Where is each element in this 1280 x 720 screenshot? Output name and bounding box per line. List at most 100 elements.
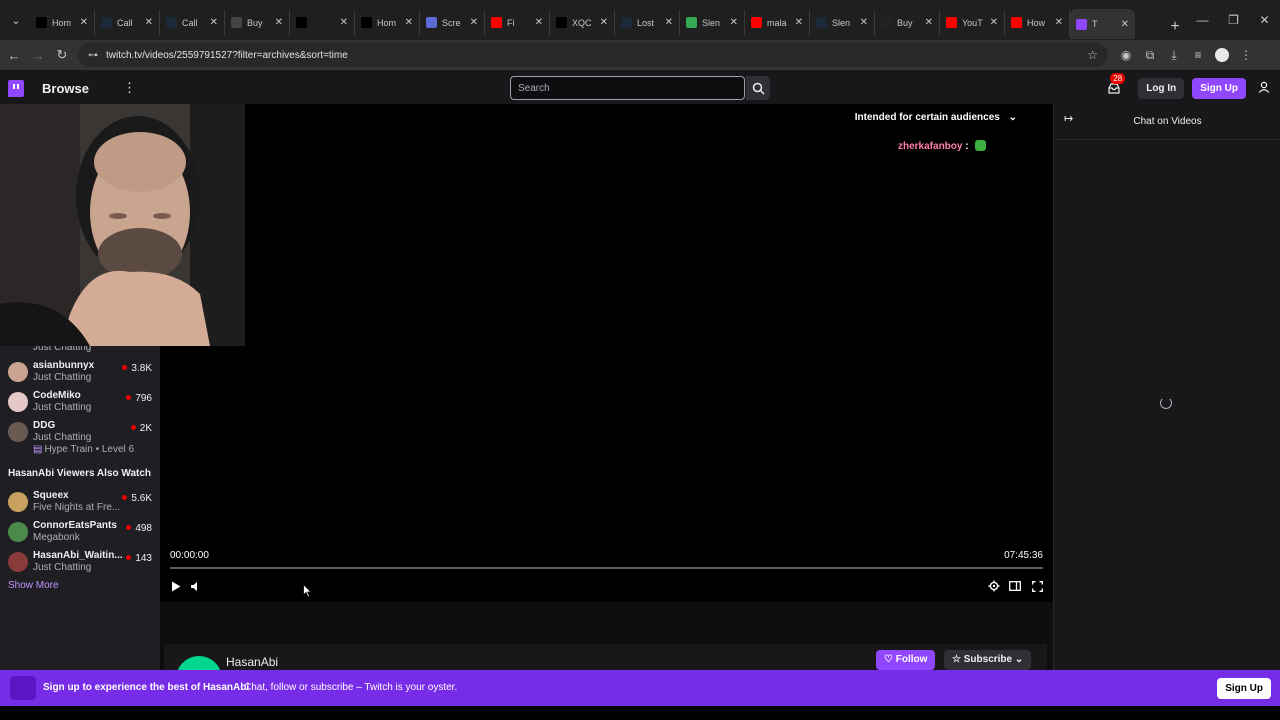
close-tab-icon[interactable]: ✕ [1121,19,1129,30]
close-tab-icon[interactable]: ✕ [990,17,998,28]
close-tab-icon[interactable]: ✕ [340,17,348,28]
close-tab-icon[interactable]: ✕ [1055,17,1063,28]
close-tab-icon[interactable]: ✕ [145,17,153,28]
browser-tab[interactable]: Slen ✕ [680,9,745,36]
media-control-icon[interactable]: ≡ [1186,48,1210,62]
profile-avatar[interactable] [1215,48,1229,62]
sidebar-channel-item[interactable]: CodeMiko Just Chatting 796 [0,388,160,418]
search-button[interactable] [746,76,770,100]
channel-category: Just Chatting [33,562,92,573]
browser-tab[interactable]: Scre ✕ [420,9,485,36]
chevron-down-icon: ⌄ [1008,112,1017,123]
tab-search-icon[interactable]: ⌄ [4,8,28,32]
browser-tab[interactable]: Slen ✕ [810,9,875,36]
site-info-icon[interactable]: ⊶ [88,50,98,61]
show-more-link[interactable]: Show More [8,580,59,591]
bookmark-star-icon[interactable]: ☆ [1087,48,1098,62]
close-tab-icon[interactable]: ✕ [535,17,543,28]
extensions-puzzle-icon[interactable]: ⧉ [1138,48,1162,63]
login-button[interactable]: Log In [1138,77,1185,99]
fullscreen-button[interactable] [1029,578,1045,594]
browser-tab[interactable]: Call ✕ [95,9,160,36]
browser-tab[interactable]: How ✕ [1005,9,1070,36]
download-icon[interactable]: ⤓ [1162,48,1186,63]
close-tab-icon[interactable]: ✕ [730,17,738,28]
more-menu-icon[interactable]: ⋮ [123,80,136,96]
settings-button[interactable] [986,578,1002,594]
channel-category: Megabonk [33,532,80,543]
browser-tab[interactable]: Hom ✕ [30,9,95,36]
address-bar[interactable]: ⊶ twitch.tv/videos/2559791527?filter=arc… [78,43,1108,67]
tiktok-icon [556,17,567,28]
gear-icon [988,580,1000,592]
close-tab-icon[interactable]: ✕ [860,17,868,28]
extension-icon[interactable]: ◉ [1114,48,1138,62]
search-input[interactable]: Search [510,76,745,100]
back-icon[interactable]: ← [2,48,26,63]
follow-button[interactable]: ♡ Follow [876,650,936,670]
restore-icon[interactable]: ❐ [1218,13,1249,27]
close-tab-icon[interactable]: ✕ [795,17,803,28]
twitch-logo-icon[interactable] [8,79,24,97]
browser-tab[interactable]: mala ✕ [745,9,810,36]
browser-tab[interactable]: Buy ✕ [225,9,290,36]
sidebar-channel-item[interactable]: asianbunnyx Just Chatting 3.8K [0,358,160,388]
minimize-icon[interactable]: — [1187,13,1218,27]
close-tab-icon[interactable]: ✕ [665,17,673,28]
close-tab-icon[interactable]: ✕ [405,17,413,28]
volume-button[interactable] [188,578,204,594]
channel-info-area: HasanAbi ♡ Follow ☆ Subscribe ⌄ [160,602,1053,702]
close-window-icon[interactable]: ✕ [1249,13,1280,27]
sidebar-channel-item[interactable]: ConnorEatsPants Megabonk 498 [0,518,160,548]
browser-tab[interactable]: Hom ✕ [355,9,420,36]
avatar [8,492,28,512]
browser-tab[interactable]: Call ✕ [160,9,225,36]
seek-bar[interactable] [170,567,1043,569]
inbox-button[interactable]: 28 [1104,73,1126,98]
browser-tab[interactable]: Fi ✕ [485,9,550,36]
window-controls: — ❐ ✕ [1187,0,1280,40]
user-menu-icon[interactable] [1254,81,1274,96]
browser-tab[interactable]: T ✕ [1070,9,1135,39]
theatre-mode-button[interactable] [1007,578,1023,594]
browser-tab[interactable]: XQC ✕ [550,9,615,36]
sidebar-channel-item[interactable]: DDG Just Chatting 2K ▤ Hype Train • Level 6 [0,418,160,455]
video-player[interactable]: Intended for certain audiences ⌄ zherkaf… [160,104,1053,602]
browser-tab[interactable]: Lost ✕ [615,9,680,36]
close-tab-icon[interactable]: ✕ [80,17,88,28]
channel-name: DDG [33,420,56,431]
user-icon [1258,81,1270,93]
channel-category: Just Chatting [33,432,92,443]
browser-tab[interactable]: Buy ✕ [875,9,940,36]
browser-tab[interactable]: YouT ✕ [940,9,1005,36]
browse-link[interactable]: Browse [42,81,89,96]
banner-signup-button[interactable]: Sign Up [1217,678,1271,699]
close-tab-icon[interactable]: ✕ [600,17,608,28]
inbox-icon [1108,82,1120,94]
sidebar-channel-item[interactable]: Squeex Five Nights at Fre... 5.6K [0,488,160,518]
hype-train-status: ▤ Hype Train • Level 6 [33,444,134,455]
browser-tab[interactable]: ✕ [290,9,355,36]
viewer-count: 3.8K [122,363,152,374]
collapse-chat-icon[interactable]: ↦ [1064,112,1073,125]
viewer-count: 498 [126,523,152,534]
bottom-edge [0,706,1280,720]
close-tab-icon[interactable]: ✕ [925,17,933,28]
signup-button[interactable]: Sign Up [1192,77,1246,99]
reload-icon[interactable]: ↻ [50,47,74,63]
subscribe-button[interactable]: ☆ Subscribe ⌄ [944,650,1032,670]
tab-title: YouT [962,17,983,28]
channel-name: asianbunnyx [33,360,95,371]
close-tab-icon[interactable]: ✕ [470,17,478,28]
sidebar-channel-item[interactable]: HasanAbi_Waitin... Just Chatting 143 [0,548,160,578]
new-tab-button[interactable]: + [1163,18,1187,36]
channel-name[interactable]: HasanAbi [226,655,278,669]
play-button[interactable] [168,578,184,594]
star-icon: ☆ [952,654,961,665]
audience-notice-dropdown[interactable]: Intended for certain audiences ⌄ [855,112,1017,123]
browser-menu-icon[interactable]: ⋮ [1234,48,1258,62]
forward-icon[interactable]: → [26,48,50,63]
tab-title: Slen [832,17,851,28]
close-tab-icon[interactable]: ✕ [210,17,218,28]
close-tab-icon[interactable]: ✕ [275,17,283,28]
